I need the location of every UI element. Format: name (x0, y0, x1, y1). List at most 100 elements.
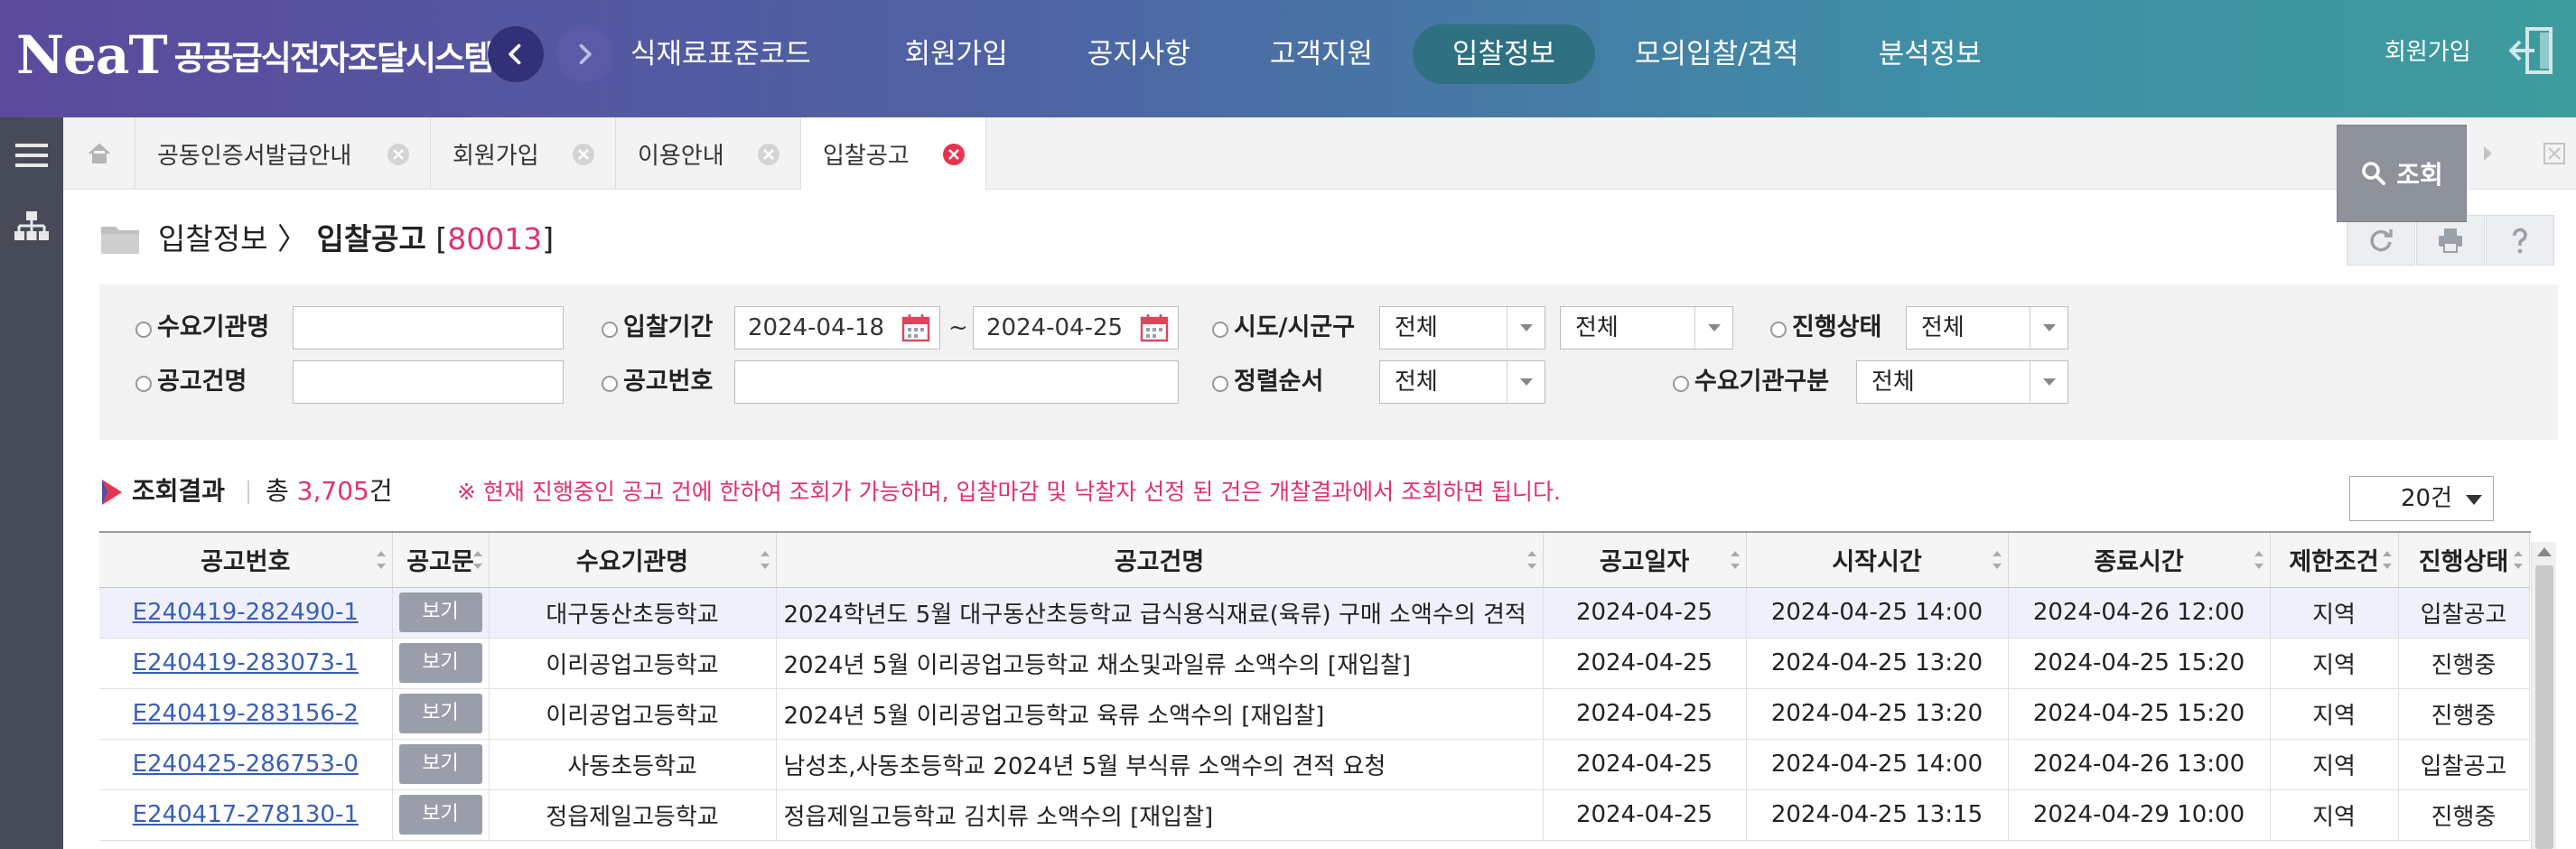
notice-no-link[interactable]: E240417-278130-1 (133, 801, 359, 828)
column-header-status[interactable]: 진행상태 (2398, 533, 2530, 588)
agency-type-value: 전체 (1871, 369, 1915, 396)
sort-icon[interactable] (2382, 547, 2393, 573)
cell-title[interactable]: 남성초,사동초등학교 2024년 5월 부식류 소액수의 견적 요청 (776, 739, 1544, 790)
column-header-start[interactable]: 시작시간 (1746, 533, 2009, 588)
cell-title[interactable]: 2024년 5월 이리공업고등학교 채소및과일류 소액수의 [재입찰] (776, 638, 1544, 689)
view-button[interactable]: 보기 (398, 744, 482, 784)
status-select[interactable]: 전체 (1906, 306, 2068, 350)
site-logo[interactable]: NeaT 공공급식전자조달시스템 (16, 23, 494, 87)
notice-no-link[interactable]: E240419-283156-2 (133, 700, 359, 727)
table-row[interactable]: E240419-282490-1 보기 대구동산초등학교 2024학년도 5월 … (99, 587, 2530, 639)
notice-no-link[interactable]: E240425-286753-0 (133, 751, 359, 778)
cell-end: 2024-04-26 12:00 (2008, 587, 2271, 639)
cell-title[interactable]: 2024학년도 5월 대구동산초등학교 급식용식재료(육류) 구매 소액수의 견… (776, 587, 1544, 639)
cell-notice-no: E240419-283073-1 (99, 638, 393, 689)
sort-icon[interactable] (1992, 547, 2002, 573)
demand-agency-input[interactable] (293, 306, 564, 350)
menu-item-join[interactable]: 회원가입 (865, 24, 1048, 84)
sort-icon[interactable] (760, 547, 770, 573)
menu-prev-button[interactable] (488, 26, 544, 82)
view-button[interactable]: 보기 (398, 643, 482, 683)
close-icon[interactable] (757, 143, 780, 166)
refresh-button[interactable] (2347, 215, 2415, 266)
notice-no-input[interactable] (734, 360, 1179, 404)
menu-item-standard-code[interactable]: 식재료표준코드 (623, 24, 865, 84)
column-header-date[interactable]: 공고일자 (1543, 533, 1747, 588)
notice-name-input[interactable] (293, 360, 564, 404)
menu-next-button[interactable] (556, 26, 612, 82)
help-button[interactable] (2486, 215, 2554, 266)
hamburger-menu-icon[interactable] (12, 135, 51, 175)
column-header-title[interactable]: 공고건명 (776, 533, 1544, 588)
bid-period-label: 입찰기간 (602, 310, 713, 346)
tab-next-icon[interactable] (2473, 139, 2502, 168)
tab-label: 입찰공고 (823, 143, 910, 170)
close-icon[interactable] (572, 143, 595, 166)
region-sigungu-select[interactable]: 전체 (1560, 306, 1733, 350)
search-button[interactable]: 조회 (2337, 125, 2467, 222)
tab-usage-guide[interactable]: 이용안내 (616, 117, 801, 190)
cell-notice-no: E240417-278130-1 (99, 789, 393, 841)
tab-bid-notice[interactable]: 입찰공고 (801, 117, 986, 191)
menu-item-analysis[interactable]: 분석정보 (1839, 24, 2021, 84)
cell-title[interactable]: 정읍제일고등학교 김치류 소액수의 [재입찰] (776, 789, 1544, 841)
column-header-notice-doc[interactable]: 공고문 (392, 533, 490, 588)
home-tab[interactable] (63, 117, 135, 190)
sort-order-label: 정렬순서 (1212, 364, 1323, 400)
date-range-tilde: ~ (948, 314, 968, 341)
menu-item-mock-bid[interactable]: 모의입찰/견적 (1595, 24, 1839, 84)
menu-item-support[interactable]: 고객지원 (1230, 24, 1413, 84)
sort-icon[interactable] (472, 547, 483, 573)
table-row[interactable]: E240425-286753-0 보기 사동초등학교 남성초,사동초등학교 20… (99, 739, 2530, 790)
menu-item-bid-info[interactable]: 입찰정보 (1412, 24, 1596, 84)
agency-type-select[interactable]: 전체 (1856, 360, 2068, 404)
table-scrollbar[interactable] (2531, 542, 2556, 849)
region-sigungu-value: 전체 (1575, 314, 1619, 341)
cell-status: 진행중 (2398, 638, 2530, 689)
column-header-limit[interactable]: 제한조건 (2270, 533, 2399, 588)
page-code-bracket-open: [ (435, 221, 448, 257)
header-join-link[interactable]: 회원가입 (2385, 34, 2471, 70)
menu-item-notice[interactable]: 공지사항 (1048, 24, 1230, 84)
close-icon[interactable] (942, 143, 966, 166)
cell-agency: 이리공업고등학교 (489, 638, 777, 689)
column-header-agency[interactable]: 수요기관명 (489, 533, 777, 588)
column-header-label: 시작시간 (1832, 548, 1922, 577)
calendar-icon[interactable] (900, 312, 932, 344)
sort-icon[interactable] (2254, 547, 2264, 573)
divider (247, 480, 249, 504)
notice-no-link[interactable]: E240419-283073-1 (133, 649, 359, 676)
view-button[interactable]: 보기 (398, 795, 482, 835)
breadcrumb-parent[interactable]: 입찰정보 (158, 221, 267, 257)
close-all-tabs-icon[interactable] (2540, 139, 2569, 168)
page-size-select[interactable]: 20건 (2349, 476, 2494, 521)
sort-icon[interactable] (1526, 547, 1537, 573)
column-header-end[interactable]: 종료시간 (2008, 533, 2271, 588)
chevron-down-icon (2030, 307, 2067, 349)
close-icon[interactable] (387, 143, 410, 166)
breadcrumb-separator: 〉 (276, 221, 307, 257)
cell-title[interactable]: 2024년 5월 이리공업고등학교 육류 소액수의 [재입찰] (776, 688, 1544, 740)
cell-date: 2024-04-25 (1543, 688, 1747, 740)
table-row[interactable]: E240417-278130-1 보기 정읍제일고등학교 정읍제일고등학교 김치… (99, 789, 2530, 841)
column-header-notice-no[interactable]: 공고번호 (99, 533, 393, 588)
sort-icon[interactable] (376, 547, 387, 573)
view-button[interactable]: 보기 (398, 592, 482, 632)
tab-certificate-guide[interactable]: 공동인증서발급안내 (135, 117, 431, 190)
sort-icon[interactable] (1730, 547, 1741, 573)
view-button[interactable]: 보기 (398, 694, 482, 733)
notice-no-link[interactable]: E240419-282490-1 (133, 599, 359, 626)
sort-order-select[interactable]: 전체 (1379, 360, 1545, 404)
table-row[interactable]: E240419-283073-1 보기 이리공업고등학교 2024년 5월 이리… (99, 638, 2530, 689)
scroll-thumb[interactable] (2535, 565, 2553, 849)
table-row[interactable]: E240419-283156-2 보기 이리공업고등학교 2024년 5월 이리… (99, 688, 2530, 740)
sort-icon[interactable] (2513, 547, 2524, 573)
notice-no-label: 공고번호 (602, 364, 713, 400)
region-sido-select[interactable]: 전체 (1379, 306, 1545, 350)
tab-join[interactable]: 회원가입 (431, 117, 616, 190)
logout-icon[interactable] (2507, 23, 2558, 78)
sitemap-icon[interactable] (12, 208, 51, 247)
print-button[interactable] (2416, 215, 2485, 266)
calendar-icon[interactable] (1138, 312, 1171, 344)
scroll-up-icon[interactable] (2537, 547, 2552, 556)
